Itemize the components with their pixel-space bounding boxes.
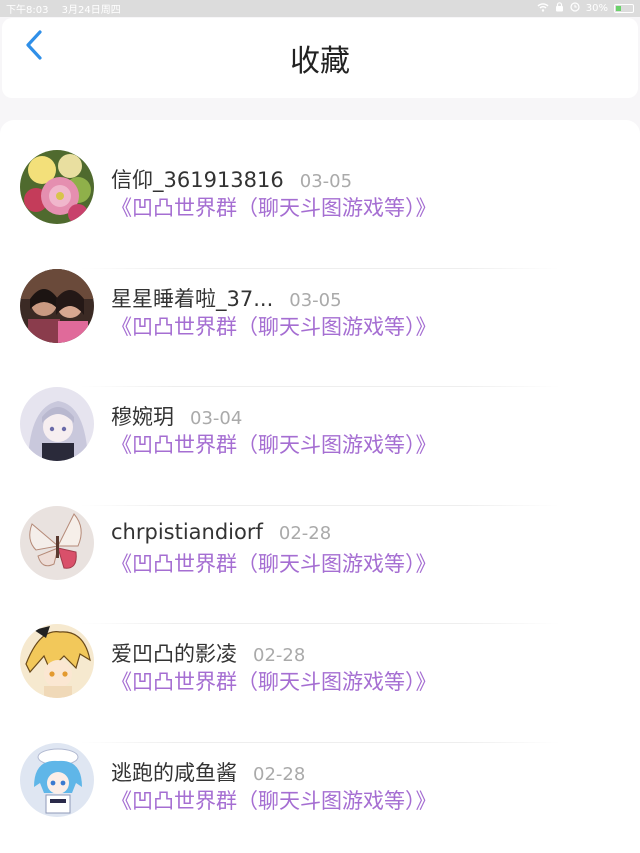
avatar[interactable] <box>20 150 94 224</box>
item-group-link[interactable]: 《凹凸世界群（聊天斗图游戏等）》 <box>111 548 437 578</box>
item-group-link[interactable]: 《凹凸世界群（聊天斗图游戏等）》 <box>111 192 437 222</box>
status-date: 3月24日周四 <box>61 5 121 16</box>
item-name: chrpistiandiorf <box>111 519 263 544</box>
status-left: 下午8:03 3月24日周四 <box>6 1 131 16</box>
item-date: 02-28 <box>278 522 332 544</box>
avatar[interactable] <box>20 387 94 461</box>
item-date: 03-05 <box>289 289 342 311</box>
name-line: 星星睡着啦_37... 03-05 <box>111 283 342 313</box>
name-line: chrpistiandiorf 02-28 <box>111 520 331 544</box>
back-button[interactable] <box>20 29 48 65</box>
chevron-left-icon <box>24 29 44 65</box>
list-item[interactable]: 逃跑的咸鱼酱 02-28 《凹凸世界群（聊天斗图游戏等）》 <box>0 742 640 853</box>
item-group-link[interactable]: 《凹凸世界群（聊天斗图游戏等）》 <box>111 666 437 696</box>
name-line: 信仰_361913816 03-05 <box>111 164 352 194</box>
name-line: 穆婉玥 03-04 <box>111 401 242 431</box>
wifi-icon <box>537 2 549 15</box>
item-name: 信仰_361913816 <box>111 168 284 192</box>
lock-rotation-icon <box>555 2 564 15</box>
item-name: 穆婉玥 <box>111 405 174 429</box>
avatar[interactable] <box>20 742 94 817</box>
battery-percent: 30% <box>585 3 608 14</box>
item-group-link[interactable]: 《凹凸世界群（聊天斗图游戏等）》 <box>111 429 437 459</box>
alarm-icon <box>570 2 580 15</box>
item-name: 星星睡着啦_37... <box>111 286 274 311</box>
item-date: 03-05 <box>299 171 353 192</box>
list-item[interactable]: 信仰_361913816 03-05 《凹凸世界群（聊天斗图游戏等）》 <box>0 150 640 269</box>
avatar[interactable] <box>20 268 94 343</box>
header: 收藏 <box>2 18 638 98</box>
name-line: 爱凹凸的影凌 02-28 <box>111 638 305 668</box>
list-item[interactable]: 爱凹凸的影凌 02-28 《凹凸世界群（聊天斗图游戏等）》 <box>0 624 640 743</box>
favorites-list: 信仰_361913816 03-05 《凹凸世界群（聊天斗图游戏等）》 星星睡着… <box>0 120 640 853</box>
status-time: 下午8:03 <box>6 5 49 16</box>
list-item[interactable]: 穆婉玥 03-04 《凹凸世界群（聊天斗图游戏等）》 <box>0 387 640 506</box>
item-name: 逃跑的咸鱼酱 <box>111 760 237 785</box>
item-date: 02-28 <box>253 645 306 666</box>
item-name: 爱凹凸的影凌 <box>111 642 237 666</box>
list-item[interactable]: chrpistiandiorf 02-28 《凹凸世界群（聊天斗图游戏等）》 <box>0 505 640 624</box>
page-title: 收藏 <box>290 44 350 79</box>
item-group-link[interactable]: 《凹凸世界群（聊天斗图游戏等）》 <box>111 311 437 341</box>
status-bar: 下午8:03 3月24日周四 30% <box>0 0 640 17</box>
status-right: 30% <box>537 2 634 15</box>
name-line: 逃跑的咸鱼酱 02-28 <box>111 757 305 787</box>
avatar[interactable] <box>20 624 94 698</box>
item-date: 03-04 <box>190 408 243 429</box>
battery-icon <box>614 4 634 13</box>
item-date: 02-28 <box>253 763 306 785</box>
list-item[interactable]: 星星睡着啦_37... 03-05 《凹凸世界群（聊天斗图游戏等）》 <box>0 268 640 387</box>
item-group-link[interactable]: 《凹凸世界群（聊天斗图游戏等）》 <box>111 785 437 815</box>
avatar[interactable] <box>20 505 94 580</box>
